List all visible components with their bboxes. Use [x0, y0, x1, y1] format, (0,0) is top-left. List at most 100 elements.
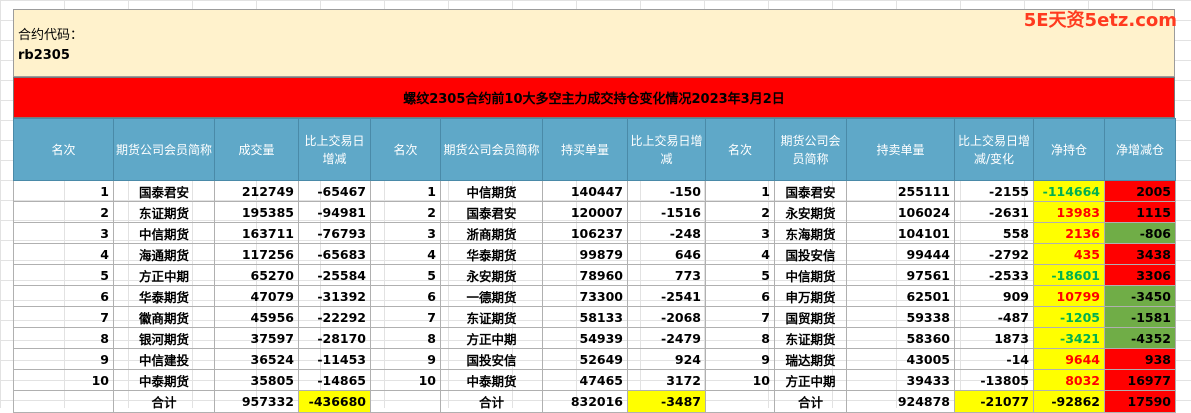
cell-member: 华泰期货 [113, 285, 215, 307]
cell-long-position: 47465 [542, 369, 628, 391]
cell-member: 国投安信 [774, 243, 847, 265]
cell-volume: 37597 [214, 327, 299, 349]
cell-long-change: 3172 [627, 369, 706, 391]
cell-short-change: 909 [954, 285, 1034, 307]
cell-net-position: 9644 [1033, 348, 1105, 370]
cell-volume-change: -31392 [298, 285, 371, 307]
contract-code-value: rb2305 [18, 48, 70, 63]
cell-net-change: -4352 [1104, 327, 1176, 349]
cell-long-change: -248 [627, 222, 706, 244]
cell-long-position: 58133 [542, 306, 628, 328]
header-long-change: 比上交易日增减 [627, 118, 706, 181]
cell-member: 永安期货 [774, 201, 847, 223]
table-row: 7 徽商期货 45956 -22292 7 东证期货 58133 -2068 7 国贸期货 5933… [13, 306, 1176, 328]
cell-net-change: -1581 [1104, 306, 1176, 328]
cell-net-position: 13983 [1033, 201, 1105, 223]
cell-net-change: 16977 [1104, 369, 1176, 391]
cell-net-position: -18601 [1033, 264, 1105, 286]
cell-member: 徽商期货 [113, 306, 215, 328]
cell-short-position: 62501 [846, 285, 955, 307]
cell-member: 中泰期货 [113, 369, 215, 391]
header-volume-change: 比上交易日增减 [298, 118, 371, 181]
cell-rank: 10 [370, 369, 441, 391]
total-label-volume: 合计 [113, 390, 215, 413]
cell-long-position: 140447 [542, 180, 628, 202]
table-row: 10 中泰期货 35805 -14865 10 中泰期货 47465 3172 10 方正中期 39… [13, 369, 1176, 391]
cell-short-change: -2533 [954, 264, 1034, 286]
cell-short-change: -2792 [954, 243, 1034, 265]
cell-short-position: 97561 [846, 264, 955, 286]
cell-volume: 45956 [214, 306, 299, 328]
cell-net-change: 1115 [1104, 201, 1176, 223]
cell-net-position: 435 [1033, 243, 1105, 265]
cell-volume-change: -11453 [298, 348, 371, 370]
cell-rank: 7 [705, 306, 775, 328]
cell-volume-change: -65683 [298, 243, 371, 265]
cell-net-position: 8032 [1033, 369, 1105, 391]
cell-volume: 65270 [214, 264, 299, 286]
total-row: 合计 957332 -436680 合计 832016 -3487 合计 924… [13, 390, 1176, 413]
cell-rank: 3 [13, 222, 114, 244]
header-member-2: 期货公司会员简称 [440, 118, 543, 181]
cell-net-change: -806 [1104, 222, 1176, 244]
cell-member: 中信建投 [113, 348, 215, 370]
cell-member: 中信期货 [440, 180, 543, 202]
cell-rank: 5 [370, 264, 441, 286]
cell-short-position: 39433 [846, 369, 955, 391]
cell-volume: 212749 [214, 180, 299, 202]
cell-short-position: 106024 [846, 201, 955, 223]
cell-long-position: 52649 [542, 348, 628, 370]
cell-short-change: -13805 [954, 369, 1034, 391]
cell-long-position: 78960 [542, 264, 628, 286]
cell-rank: 7 [370, 306, 441, 328]
table-row: 8 银河期货 37597 -28170 8 方正中期 54939 -2479 8 东证期货 5836… [13, 327, 1176, 349]
cell-member: 浙商期货 [440, 222, 543, 244]
cell-volume: 117256 [214, 243, 299, 265]
header-long-position: 持买单量 [542, 118, 628, 181]
cell-member: 瑞达期货 [774, 348, 847, 370]
contract-code-label: 合约代码： [18, 28, 84, 43]
cell-rank: 5 [13, 264, 114, 286]
cell-rank: 7 [13, 306, 114, 328]
cell-long-position: 73300 [542, 285, 628, 307]
table-row: 2 东证期货 195385 -94981 2 国泰君安 120007 -1516 2 永安期货 10… [13, 201, 1176, 223]
cell-volume: 36524 [214, 348, 299, 370]
cell-net-change: 938 [1104, 348, 1176, 370]
total-volume-change: -436680 [298, 390, 371, 413]
cell-volume: 163711 [214, 222, 299, 244]
cell-volume-change: -14865 [298, 369, 371, 391]
total-net-change: 17590 [1104, 390, 1176, 413]
header-net-position: 净持仓 [1033, 118, 1105, 181]
cell-short-position: 104101 [846, 222, 955, 244]
cell-short-change: -2155 [954, 180, 1034, 202]
cell-long-change: 924 [627, 348, 706, 370]
cell-long-position: 120007 [542, 201, 628, 223]
cell-member: 方正中期 [774, 369, 847, 391]
cell-volume-change: -76793 [298, 222, 371, 244]
total-label-short: 合计 [774, 390, 847, 413]
total-volume: 957332 [214, 390, 299, 413]
header-net-change: 净增减仓 [1104, 118, 1176, 181]
cell-member: 海通期货 [113, 243, 215, 265]
cell-rank: 6 [13, 285, 114, 307]
cell-member: 华泰期货 [440, 243, 543, 265]
cell-net-change: 3438 [1104, 243, 1176, 265]
cell-volume-change: -22292 [298, 306, 371, 328]
cell-rank: 1 [13, 180, 114, 202]
table-title: 螺纹2305合约前10大多空主力成交持仓变化情况2023年3月2日 [13, 77, 1175, 118]
cell-member: 一德期货 [440, 285, 543, 307]
cell-rank: 8 [370, 327, 441, 349]
cell-net-position: -1205 [1033, 306, 1105, 328]
cell-rank: 3 [370, 222, 441, 244]
cell-rank: 10 [705, 369, 775, 391]
cell-rank: 4 [13, 243, 114, 265]
cell-long-change: -1516 [627, 201, 706, 223]
cell-short-change: -487 [954, 306, 1034, 328]
cell-short-change: -14 [954, 348, 1034, 370]
cell-long-position: 99879 [542, 243, 628, 265]
cell-rank: 9 [13, 348, 114, 370]
cell-member: 东证期货 [113, 201, 215, 223]
cell-net-position: -3421 [1033, 327, 1105, 349]
cell-long-change: 773 [627, 264, 706, 286]
cell-rank: 2 [13, 201, 114, 223]
